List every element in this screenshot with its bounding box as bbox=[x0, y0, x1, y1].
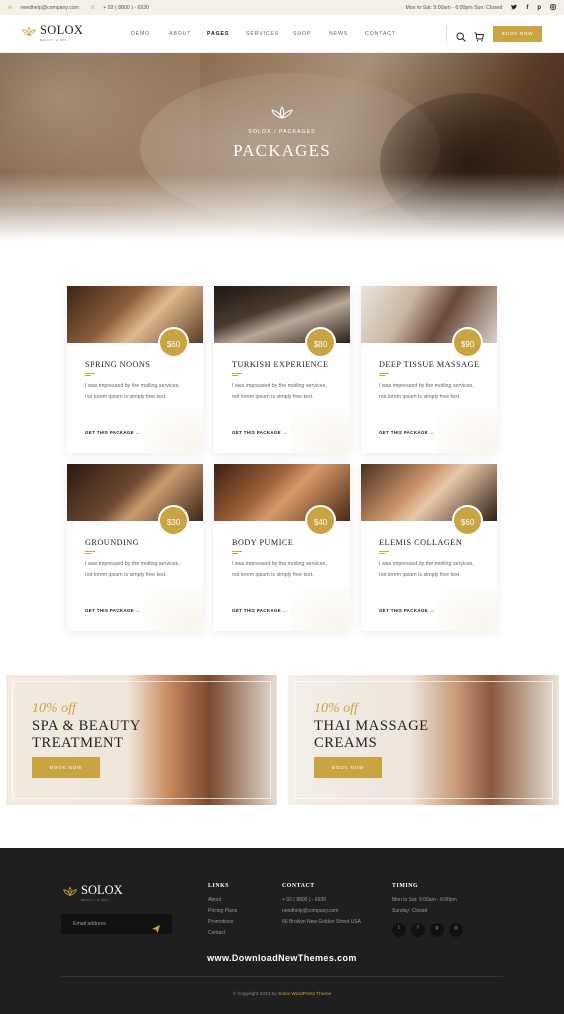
arrow-right-icon: → bbox=[282, 430, 288, 435]
package-title[interactable]: DEEP TISSUE MASSAGE bbox=[379, 360, 480, 369]
nav-services[interactable]: SERVICES bbox=[246, 31, 293, 37]
package-description: I was impressed by the moiling services,… bbox=[232, 383, 327, 400]
site-header: SOLOX BEAUTY & SPA DEMO ABOUT PAGES SERV… bbox=[0, 15, 564, 53]
package-description: I was impressed by the moiling services,… bbox=[232, 561, 327, 578]
nav-about[interactable]: ABOUT bbox=[169, 31, 207, 37]
footer-link-contact[interactable]: Contact bbox=[208, 928, 237, 939]
price-badge: $60 bbox=[452, 505, 483, 536]
package-title[interactable]: BODY PUMICE bbox=[232, 538, 293, 547]
package-card: $60 ELEMIS COLLAGEN I was impressed by t… bbox=[361, 464, 497, 631]
price-badge: $60 bbox=[158, 327, 189, 358]
get-package-link[interactable]: GET THIS PACKAGE → bbox=[379, 430, 434, 435]
promo-discount: 10% off bbox=[32, 701, 76, 716]
package-card: $40 BODY PUMICE I was impressed by the m… bbox=[214, 464, 350, 631]
footer-contact: CONTACT + 92 ( 8800 ) - 6930 needhelp@co… bbox=[282, 883, 361, 925]
facebook-icon[interactable]: f bbox=[411, 923, 425, 937]
get-package-link[interactable]: GET THIS PACKAGE → bbox=[232, 608, 287, 613]
promo-book-button[interactable]: BOOK NOW bbox=[314, 757, 382, 778]
promo-discount: 10% off bbox=[314, 701, 358, 716]
top-bar: ✉ needhelp@company.com ✆ + 92 ( 8800 ) -… bbox=[0, 0, 564, 15]
package-description: I was impressed by the moiling services,… bbox=[85, 561, 180, 578]
nav-shop[interactable]: SHOP bbox=[293, 31, 329, 37]
package-title[interactable]: GROUNDING bbox=[85, 538, 139, 547]
page-title: PACKAGES bbox=[233, 141, 331, 160]
footer-divider bbox=[61, 976, 503, 977]
facebook-icon[interactable]: f bbox=[526, 5, 528, 11]
logo-subtext: BEAUTY & SPA bbox=[40, 37, 68, 42]
package-card: $30 GROUNDING I was impressed by the moi… bbox=[67, 464, 203, 631]
arrow-right-icon: → bbox=[282, 608, 288, 613]
package-card: $90 DEEP TISSUE MASSAGE I was impressed … bbox=[361, 286, 497, 453]
footer-logo[interactable]: SOLOX BEAUTY & SPA bbox=[62, 884, 123, 902]
footer-link-promotions[interactable]: Promotions bbox=[208, 917, 237, 928]
header-divider bbox=[446, 26, 447, 43]
get-package-link[interactable]: GET THIS PACKAGE → bbox=[85, 608, 140, 613]
promo-banner: 10% off THAI MASSAGE CREAMS BOOK NOW bbox=[288, 675, 559, 805]
cart-icon[interactable] bbox=[474, 29, 485, 47]
package-title[interactable]: SPRING NOONS bbox=[85, 360, 150, 369]
arrow-right-icon: → bbox=[429, 608, 435, 613]
promo-title: THAI MASSAGE CREAMS bbox=[314, 718, 429, 751]
twitter-icon[interactable] bbox=[511, 4, 518, 12]
package-title[interactable]: TURKISH EXPERIENCE bbox=[232, 360, 329, 369]
get-package-link[interactable]: GET THIS PACKAGE → bbox=[379, 608, 434, 613]
promo-banner: 10% off SPA & BEAUTY TREATMENT BOOK NOW bbox=[6, 675, 277, 805]
site-logo[interactable]: SOLOX BEAUTY & SPA bbox=[21, 24, 83, 42]
footer-link-about[interactable]: About bbox=[208, 895, 237, 906]
arrow-right-icon: → bbox=[429, 430, 435, 435]
get-package-link[interactable]: GET THIS PACKAGE → bbox=[85, 430, 140, 435]
watermark: www.DownloadNewThemes.com bbox=[207, 953, 357, 963]
package-description: I was impressed by the moiling services,… bbox=[85, 383, 180, 400]
pinterest-icon[interactable]: p bbox=[537, 5, 541, 11]
package-description: I was impressed by the moiling services,… bbox=[379, 383, 474, 400]
arrow-right-icon: → bbox=[135, 430, 141, 435]
footer-timing: TIMING Mon to Sat: 9:00am - 6:00pm Sunda… bbox=[392, 883, 463, 937]
lotus-logo-icon bbox=[63, 886, 77, 896]
package-card: $60 SPRING NOONS I was impressed by the … bbox=[67, 286, 203, 453]
book-now-button[interactable]: BOOK NOW bbox=[493, 26, 542, 42]
footer-link-pricing[interactable]: Pricing Plans bbox=[208, 906, 237, 917]
nav-pages[interactable]: PAGES bbox=[207, 31, 246, 37]
logo-text: SOLOX bbox=[40, 23, 84, 37]
footer-links: LINKS About Pricing Plans Promotions Con… bbox=[208, 883, 237, 939]
send-icon[interactable] bbox=[152, 920, 160, 938]
price-badge: $90 bbox=[452, 327, 483, 358]
twitter-icon[interactable]: t bbox=[392, 923, 406, 937]
price-badge: $80 bbox=[305, 327, 336, 358]
promo-title: SPA & BEAUTY TREATMENT bbox=[32, 718, 141, 751]
price-badge: $40 bbox=[305, 505, 336, 536]
arrow-right-icon: → bbox=[135, 608, 141, 613]
copyright-link[interactable]: Solox WordPress Theme bbox=[278, 992, 331, 997]
copyright: © Copyright 2023 by Solox WordPress Them… bbox=[232, 992, 332, 997]
nav-contact[interactable]: CONTACT bbox=[365, 31, 396, 37]
instagram-icon[interactable]: ◎ bbox=[449, 923, 463, 937]
breadcrumb: SOLOX / PACKAGES bbox=[248, 129, 316, 135]
nav-news[interactable]: NEWS bbox=[329, 31, 365, 37]
lotus-icon bbox=[271, 106, 293, 120]
search-icon[interactable] bbox=[456, 29, 466, 47]
promo-book-button[interactable]: BOOK NOW bbox=[32, 757, 100, 778]
nav-demo[interactable]: DEMO bbox=[131, 31, 169, 37]
topbar-phone[interactable]: + 92 ( 8800 ) - 6930 bbox=[103, 5, 149, 11]
lotus-logo-icon bbox=[22, 26, 36, 36]
topbar-hours: Mon to Sat: 9:00am - 6:00pm Sun: Closed bbox=[405, 4, 503, 11]
email-icon: ✉ bbox=[8, 4, 13, 11]
get-package-link[interactable]: GET THIS PACKAGE → bbox=[232, 430, 287, 435]
pinterest-icon[interactable]: p bbox=[430, 923, 444, 937]
site-footer: SOLOX BEAUTY & SPA Email address LINKS A… bbox=[0, 848, 564, 1014]
main-nav: DEMO ABOUT PAGES SERVICES SHOP NEWS CONT… bbox=[131, 31, 396, 37]
price-badge: $30 bbox=[158, 505, 189, 536]
package-title[interactable]: ELEMIS COLLAGEN bbox=[379, 538, 462, 547]
instagram-icon[interactable] bbox=[550, 3, 556, 12]
topbar-email[interactable]: needhelp@company.com bbox=[20, 5, 79, 11]
package-card: $80 TURKISH EXPERIENCE I was impressed b… bbox=[214, 286, 350, 453]
phone-icon: ✆ bbox=[90, 4, 96, 11]
package-description: I was impressed by the moiling services,… bbox=[379, 561, 474, 578]
